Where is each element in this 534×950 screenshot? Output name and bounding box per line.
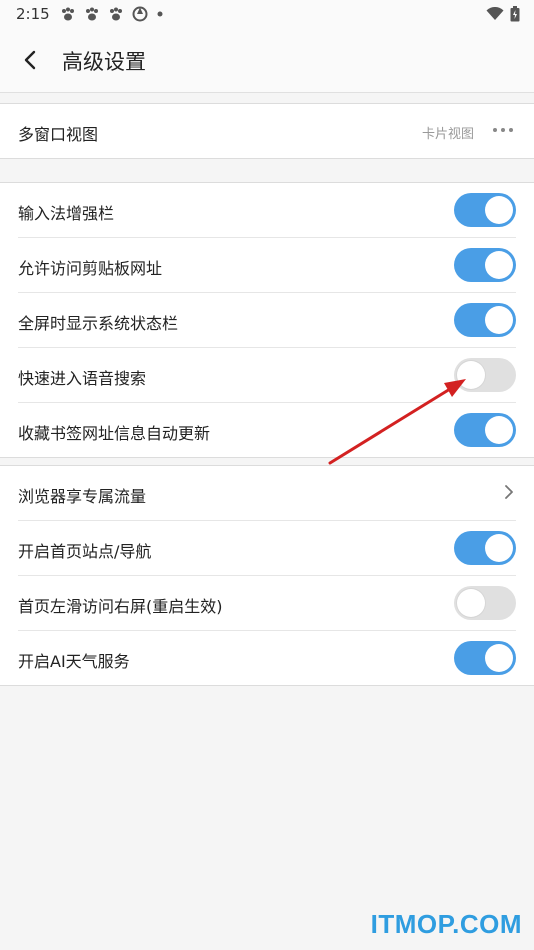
- bookmark-auto-update-toggle[interactable]: [454, 413, 516, 447]
- toggle-row[interactable]: 收藏书签网址信息自动更新: [18, 403, 516, 457]
- more-horizontal-icon[interactable]: [492, 122, 514, 138]
- paw-notification-icon: [86, 7, 98, 21]
- setting-label: 全屏时显示系统状态栏: [18, 314, 179, 333]
- input-method-bar-toggle[interactable]: [454, 193, 516, 227]
- dot-icon: [157, 11, 163, 17]
- setting-label: 收藏书签网址信息自动更新: [18, 424, 211, 443]
- homepage-sites-toggle[interactable]: [454, 531, 516, 565]
- paw-notification-icon: [110, 7, 122, 21]
- setting-label: 浏览器享专属流量: [18, 487, 147, 506]
- toggle-row[interactable]: 快速进入语音搜索: [18, 348, 516, 403]
- status-bar: 2:15: [0, 0, 534, 28]
- toggle-row[interactable]: 全屏时显示系统状态栏: [18, 293, 516, 348]
- settings-group-features: 输入法增强栏 允许访问剪贴板网址 全屏时显示系统状态栏 快速进入语音搜索 收藏书…: [0, 182, 534, 458]
- toggle-row[interactable]: 输入法增强栏: [18, 183, 516, 238]
- setting-label: 输入法增强栏: [18, 204, 115, 223]
- chevron-right-icon: [505, 485, 513, 499]
- toggle-knob: [485, 196, 513, 224]
- quick-voice-search-toggle[interactable]: [454, 358, 516, 392]
- system-status-icons: [486, 6, 520, 22]
- toggle-row[interactable]: 开启首页站点/导航: [18, 521, 516, 576]
- exclusive-traffic-row[interactable]: 浏览器享专属流量: [18, 466, 516, 521]
- toggle-knob: [457, 589, 485, 617]
- toggle-row[interactable]: 允许访问剪贴板网址: [18, 238, 516, 293]
- toggle-row[interactable]: 开启AI天气服务: [18, 631, 516, 685]
- toggle-knob: [457, 361, 485, 389]
- notification-icons: [60, 6, 164, 22]
- chevron-left-icon: [24, 50, 36, 70]
- toggle-knob: [485, 416, 513, 444]
- ai-weather-toggle[interactable]: [454, 641, 516, 675]
- toggle-knob: [485, 251, 513, 279]
- setting-label: 首页左滑访问右屏(重启生效): [18, 597, 223, 616]
- multi-window-view-label: 多窗口视图: [18, 125, 99, 144]
- fullscreen-status-bar-toggle[interactable]: [454, 303, 516, 337]
- multi-window-view-row[interactable]: 多窗口视图 卡片视图: [18, 104, 516, 158]
- toggle-knob: [485, 306, 513, 334]
- battery-icon: [510, 6, 520, 22]
- setting-label: 开启AI天气服务: [18, 652, 130, 671]
- paw-notification-icon: [62, 7, 74, 21]
- wifi-icon: [486, 7, 504, 20]
- toggle-row[interactable]: 首页左滑访问右屏(重启生效): [18, 576, 516, 631]
- toggle-knob: [485, 534, 513, 562]
- settings-group-view: 多窗口视图 卡片视图: [0, 103, 534, 159]
- toggle-knob: [485, 644, 513, 672]
- multi-window-view-value: 卡片视图: [421, 127, 474, 142]
- aperture-notification-icon: [132, 6, 148, 22]
- setting-label: 快速进入语音搜索: [18, 369, 147, 388]
- watermark: ITMOP.COM: [370, 909, 522, 939]
- back-button[interactable]: [14, 44, 46, 76]
- setting-label: 开启首页站点/导航: [18, 542, 152, 561]
- status-time: 2:15: [16, 5, 50, 23]
- setting-label: 允许访问剪贴板网址: [18, 259, 163, 278]
- swipe-right-screen-toggle[interactable]: [454, 586, 516, 620]
- settings-group-homepage: 浏览器享专属流量 开启首页站点/导航 首页左滑访问右屏(重启生效) 开启AI天气…: [0, 465, 534, 686]
- clipboard-url-toggle[interactable]: [454, 248, 516, 282]
- page-title: 高级设置: [62, 50, 146, 74]
- app-bar: 高级设置: [0, 28, 534, 93]
